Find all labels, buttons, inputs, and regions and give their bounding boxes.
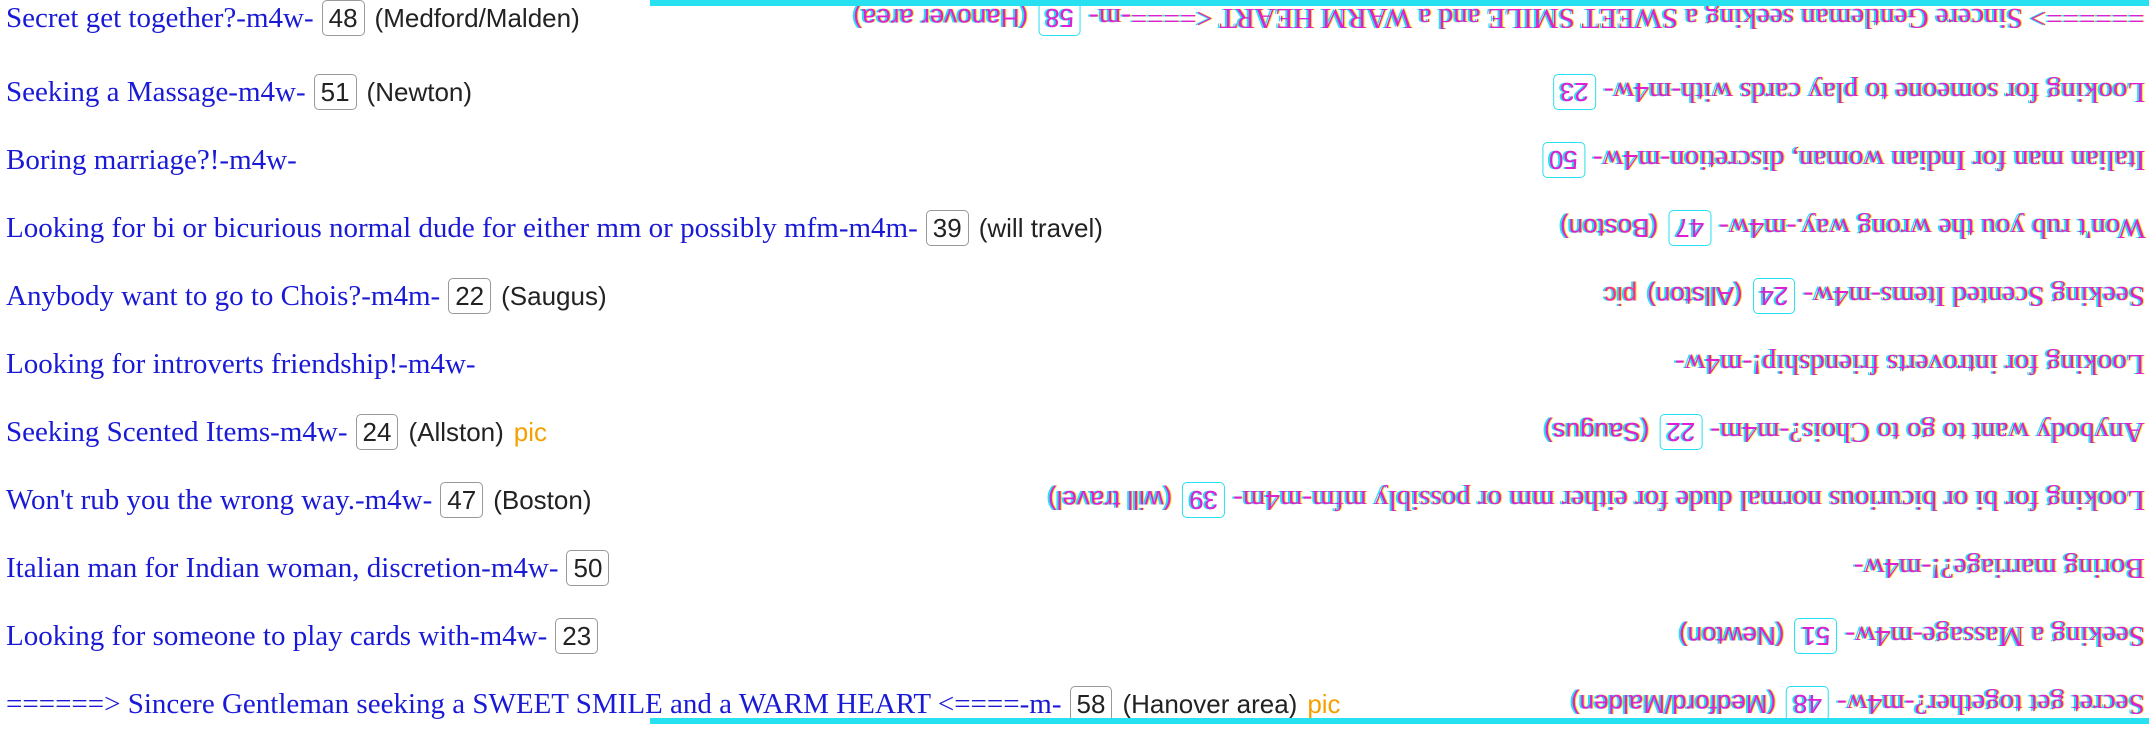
listing-category: m4w (229, 143, 288, 176)
listing-category: m4w (364, 483, 423, 516)
separator: - (1051, 687, 1062, 720)
age-badge: 23 (555, 618, 599, 654)
listing-category: m4w (279, 415, 338, 448)
listing-category: m4m (848, 211, 909, 244)
separator: - (303, 1, 314, 34)
listing-location: (Hanover area) (1122, 688, 1298, 719)
age-badge: 24 (355, 414, 399, 450)
age-badge: 39 (925, 210, 969, 246)
pic-tag[interactable]: pic (1307, 689, 1340, 720)
listing-title-link[interactable]: Looking for bi or bicurious normal dude … (6, 212, 839, 245)
list-item: Looking for introverts friendship! - m4w… (6, 330, 2149, 398)
listing-title-link[interactable]: Secret get together? (6, 2, 236, 35)
listing-title-link[interactable]: Looking for someone to play cards with (6, 620, 470, 653)
list-item: Anybody want to go to Chois? - m4m - 22 (… (6, 262, 2149, 330)
listing-title-link[interactable]: Seeking a Massage (6, 76, 228, 109)
listing-title-link[interactable]: Looking for introverts friendship! (6, 348, 398, 381)
age-badge: 58 (1069, 686, 1113, 722)
separator: - (430, 279, 441, 312)
listing-category: m4m (370, 279, 431, 312)
listing-location: (Newton) (366, 76, 473, 107)
pic-tag[interactable]: pic (514, 417, 547, 448)
separator: - (548, 551, 559, 584)
separator: - (270, 415, 280, 448)
age-badge: 22 (448, 278, 492, 314)
list-item: ======> Sincere Gentleman seeking a SWEE… (6, 670, 2149, 738)
list-item: Seeking a Massage - m4w - 51 (Newton) (6, 58, 2149, 126)
separator: - (481, 551, 491, 584)
separator: - (361, 279, 371, 312)
age-badge: 48 (321, 0, 365, 36)
separator: - (465, 347, 476, 380)
listing-category: m4w (237, 75, 296, 108)
listing-title-link[interactable]: ======> Sincere Gentleman seeking a SWEE… (6, 688, 1020, 721)
separator: - (295, 75, 306, 108)
listing-category: m4w (407, 347, 466, 380)
separator: - (1019, 687, 1030, 720)
list-item: Italian man for Indian woman, discretion… (6, 534, 2149, 602)
separator: - (354, 483, 365, 516)
listing-category: m4w (479, 619, 538, 652)
listing-category: m4w (245, 1, 304, 34)
separator: - (219, 143, 230, 176)
age-badge: 47 (440, 482, 484, 518)
separator: - (537, 619, 548, 652)
listing-location: (Allston) (408, 416, 504, 447)
list-item: Looking for someone to play cards with -… (6, 602, 2149, 670)
listing-title-link[interactable]: Anybody want to go to Chois? (6, 280, 361, 313)
separator: - (838, 211, 849, 244)
separator: - (236, 1, 246, 34)
age-badge: 50 (566, 550, 610, 586)
separator: - (422, 483, 433, 516)
separator: - (469, 619, 480, 652)
listing-category: m (1029, 687, 1052, 720)
list-item: Won't rub you the wrong way. - m4w - 47 (… (6, 466, 2149, 534)
listing-location: (Medford/Malden) (374, 2, 580, 33)
separator: - (228, 75, 238, 108)
listing-title-link[interactable]: Italian man for Indian woman, discretion (6, 552, 481, 585)
listing-title-link[interactable]: Won't rub you the wrong way. (6, 484, 355, 517)
listing-location: (will travel) (978, 212, 1103, 243)
age-badge: 51 (313, 74, 357, 110)
separator: - (908, 211, 918, 244)
list-item: Looking for bi or bicurious normal dude … (6, 194, 2149, 262)
separator: - (337, 415, 348, 448)
listing-location: (Boston) (493, 484, 592, 515)
listing-title-link[interactable]: Boring marriage?! (6, 144, 219, 177)
list-item: Secret get together? - m4w - 48 (Medford/… (6, 0, 2149, 52)
separator: - (398, 347, 408, 380)
listing-title-link[interactable]: Seeking Scented Items (6, 416, 270, 449)
listing-category: m4w (490, 551, 549, 584)
list-item: Boring marriage?! - m4w - (6, 126, 2149, 194)
separator: - (287, 143, 297, 176)
list-item: Seeking Scented Items - m4w - 24 (Allston… (6, 398, 2149, 466)
listing-location: (Saugus) (501, 280, 607, 311)
